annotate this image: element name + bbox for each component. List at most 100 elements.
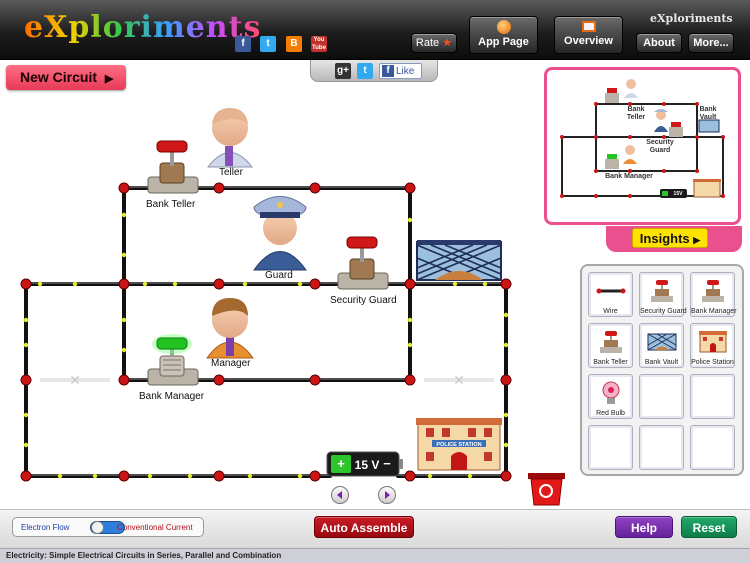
trash-bin-icon[interactable] [528,473,565,506]
auto-assemble-button[interactable]: Auto Assemble [314,516,414,538]
battery-left-arrow[interactable] [331,486,349,504]
teller-avatar [206,108,254,168]
app-page-label: App Page [478,36,529,48]
rate-button[interactable]: Rate ★ [411,33,457,53]
bank-teller-switch[interactable] [147,140,199,194]
presentation-icon [581,21,596,32]
overview-button[interactable]: Overview [554,16,623,54]
arrow-left-icon [337,491,342,499]
app-logo: eXploriments [24,10,262,45]
arrow-right-icon [385,491,390,499]
flow-switch-knob [91,521,104,534]
app-page-button[interactable]: App Page [469,16,538,54]
top-bar: eXploriments f t B You Tube Rate ★ App P… [0,0,750,60]
palette-wire[interactable]: Wire [588,272,633,317]
palette-red-bulb[interactable]: Red Bulb [588,374,633,419]
palette-empty-slot [639,425,684,470]
vault-icon [647,333,677,351]
palette-empty-slot [690,374,735,419]
bank-teller-label: Bank Teller [146,199,196,210]
palette-empty-slot [690,425,735,470]
minimap-bank-manager-label: Bank Manager [605,173,653,180]
wire-highlight [26,186,506,476]
police-station[interactable]: POLICE STATION [416,418,502,471]
bank-manager-switch[interactable] [147,334,199,386]
palette-item-label: Bank Manager [691,308,737,315]
palette-bank-manager[interactable]: Bank Manager [690,272,737,317]
manager-avatar [206,298,254,359]
wire-network[interactable] [24,186,508,478]
reset-button[interactable]: Reset [681,516,737,538]
palette-item-label: Security Guard [640,308,687,315]
more-button[interactable]: More... [688,33,734,53]
brand-small-logo: eXploriments [650,12,733,25]
google-plus-icon[interactable]: g+ [335,63,351,79]
palette-empty-slot [639,374,684,419]
police-station-sign: POLICE STATION [436,442,481,448]
star-icon: ★ [442,37,453,49]
overview-label: Overview [564,35,613,47]
bank-vault[interactable] [416,240,502,281]
minimap-bank-teller-label: Bank Teller [626,106,646,121]
minimap-battery-label: 15V [673,191,683,197]
new-circuit-label: New Circuit [20,69,98,85]
svg-text:+: + [337,456,345,471]
guard-avatar [253,196,307,271]
blogger-icon[interactable]: B [286,36,302,52]
palette-item-label: Bank Teller [593,359,628,366]
youtube-icon[interactable]: You Tube [311,36,327,52]
manager-label: Manager [211,358,251,369]
palette-item-label: Wire [603,308,618,315]
battery-label: 15 V [355,458,380,472]
svg-text:−: − [383,456,391,471]
twitter-share-icon[interactable]: t [357,63,373,79]
palette-police-station[interactable]: Police Station [690,323,735,368]
rate-label: Rate [415,37,440,49]
app-page-icon [496,20,511,34]
junction-nodes[interactable] [20,182,512,482]
electron-flow-label: Electron Flow [21,523,70,532]
security-guard-switch[interactable] [337,236,389,290]
insights-label: Insights [639,231,690,246]
minimap-security-guard-label: Security Guard [646,139,674,154]
palette-bank-teller[interactable]: Bank Teller [588,323,633,368]
palette-item-label: Bank Vault [644,359,679,366]
palette-empty-slot [588,425,633,470]
palette-security-guard[interactable]: Security Guard [639,272,687,317]
chevron-right-icon: ▶ [104,73,114,85]
switch-icon [600,331,622,353]
facebook-icon[interactable]: f [235,36,251,52]
svg-text:✕: ✕ [453,373,465,389]
wire-icon [596,288,626,294]
guard-label: Guard [265,270,293,281]
circuit-minimap[interactable]: Bank Teller Bank Vault Security Guard Ba… [544,67,741,225]
conventional-current-label: Conventional Current [117,523,193,532]
teller-label: Teller [219,167,243,178]
svg-text:✕: ✕ [69,373,81,389]
police-station-icon [699,331,727,353]
switch-icon [702,280,724,302]
share-bar: g+ t f Like [310,60,438,82]
component-palette: Wire Security Guard Bank Manager Bank Te… [580,264,744,476]
security-guard-label: Security Guard [330,295,397,306]
empty-slot-left[interactable]: ✕ [40,373,110,389]
empty-slot-right[interactable]: ✕ [424,373,494,389]
current-flow-toggle[interactable]: Electron Flow Conventional Current [12,517,204,537]
chevron-right-icon: ▶ [693,235,701,245]
battery-right-arrow[interactable] [378,486,396,504]
facebook-icon-small: f [382,65,394,77]
bank-manager-label: Bank Manager [139,391,205,402]
palette-bank-vault[interactable]: Bank Vault [639,323,684,368]
like-label: Like [396,66,415,77]
insights-button[interactable]: Insights ▶ [632,228,708,248]
switch-icon [651,280,673,302]
about-button[interactable]: About [636,33,682,53]
facebook-like-button[interactable]: f Like [379,63,422,79]
new-circuit-button[interactable]: New Circuit ▶ [6,65,126,90]
red-bulb-icon [602,381,620,404]
help-button[interactable]: Help [615,516,673,538]
palette-item-label: Red Bulb [596,410,625,417]
palette-item-label: Police Station [691,359,734,366]
battery-15v[interactable]: + − 15 V [326,451,403,477]
twitter-icon[interactable]: t [260,36,276,52]
